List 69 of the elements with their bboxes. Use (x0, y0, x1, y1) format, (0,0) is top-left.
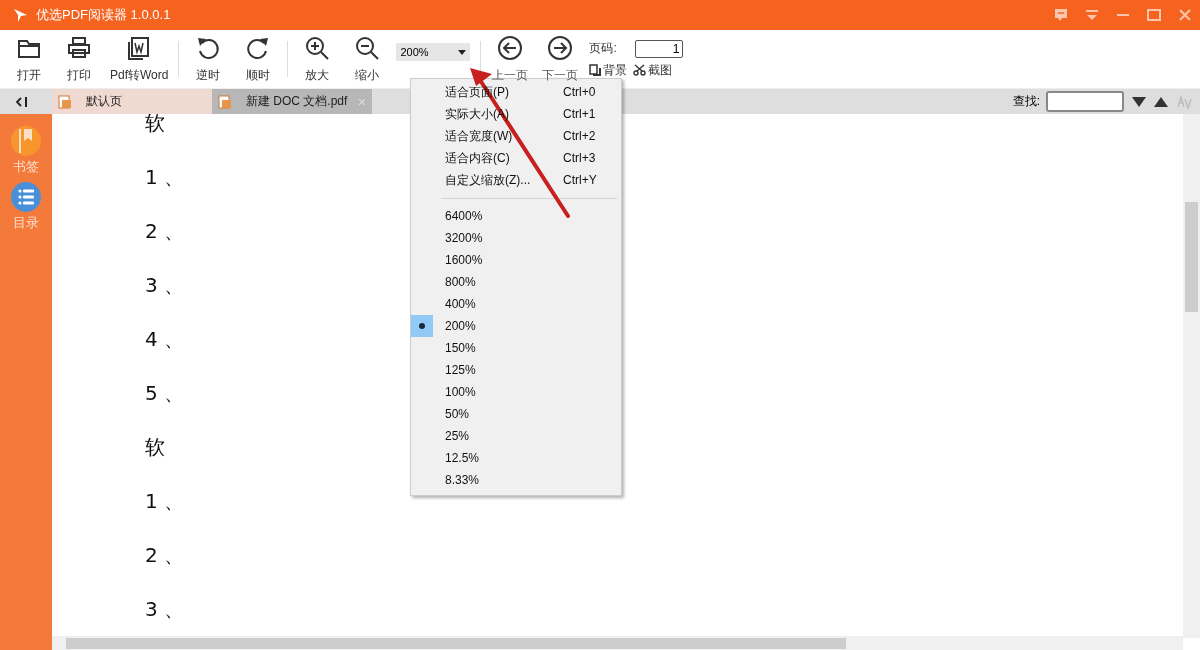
tab-label: 新建 DOC 文档.pdf (246, 93, 348, 110)
toolbar-button[interactable]: 上一页 (485, 34, 536, 84)
down-triangle-icon[interactable] (1132, 96, 1146, 107)
menu-item[interactable]: 适合内容(C) Ctrl+3 (411, 147, 621, 169)
page-label: 页码: (589, 40, 618, 57)
feedback-icon[interactable] (1052, 7, 1069, 23)
vertical-scrollbar[interactable] (1183, 114, 1200, 638)
menu-item[interactable]: 适合宽度(W) Ctrl+2 (411, 125, 621, 147)
document-text: 3 、 (145, 596, 185, 623)
document-text: 4 、 (145, 326, 185, 353)
menu-item[interactable]: 400% (411, 293, 621, 315)
menu-item[interactable]: 150% (411, 337, 621, 359)
tab[interactable]: 新建 DOC 文档.pdf (212, 89, 372, 114)
pdf-file-icon (218, 94, 232, 109)
document-text: 3 、 (145, 272, 185, 299)
zoom-dropdown[interactable]: 200% (396, 43, 471, 61)
toolbar-button[interactable]: 顺时 (233, 34, 284, 84)
menu-item[interactable]: 1600% (411, 249, 621, 271)
document-text: 1 、 (145, 164, 185, 191)
document-text: 软 (145, 114, 165, 137)
list-icon (11, 182, 41, 212)
bookmark-icon (11, 126, 41, 156)
font-size-icon (1176, 94, 1192, 109)
background-button[interactable]: 背景 (589, 61, 628, 79)
document-text: 5 、 (145, 380, 185, 407)
menu-item[interactable]: 6400% (411, 205, 621, 227)
page-icon (589, 64, 602, 76)
close-icon[interactable] (1176, 7, 1193, 23)
collapse-icon (16, 96, 28, 107)
toolbar-button[interactable]: Pdf转Word (104, 34, 175, 84)
dropdown-menu-icon[interactable] (1083, 7, 1100, 23)
tab[interactable]: 默认页 (52, 89, 212, 114)
pdf-file-icon (58, 94, 72, 109)
printer-icon (66, 34, 92, 61)
menu-item[interactable]: 25% (411, 425, 621, 447)
document-text: 2 、 (145, 542, 185, 569)
caret-icon (458, 49, 467, 55)
page-number-field[interactable]: 1 (635, 39, 684, 58)
menu-item[interactable]: 100% (411, 381, 621, 403)
tab-label: 默认页 (86, 93, 122, 110)
toolbar-button[interactable]: 放大 (292, 34, 343, 84)
document-text: 1 、 (145, 488, 185, 515)
search-label: 查找: (1012, 93, 1040, 110)
menu-item[interactable]: 800% (411, 271, 621, 293)
document-text: 软 (145, 434, 165, 461)
toolbar-button[interactable]: 缩小 (342, 34, 393, 84)
logo-icon (12, 7, 28, 23)
zoom-out-icon (354, 34, 381, 61)
search-field[interactable] (1046, 91, 1124, 112)
close-icon (358, 97, 366, 106)
menu-item[interactable]: 50% (411, 403, 621, 425)
window-title: 优选PDF阅读器 1.0.0.1 (36, 6, 171, 24)
menu-item[interactable]: 125% (411, 359, 621, 381)
maximize-icon[interactable] (1145, 7, 1162, 23)
scissors-icon (633, 64, 647, 76)
document-text: 2 、 (145, 218, 185, 245)
toolbar-button[interactable]: 打开 (4, 34, 54, 84)
toolbar-button[interactable]: 打印 (54, 34, 104, 84)
menu-item[interactable]: 200% (411, 315, 621, 337)
menu-item[interactable]: 8.33% (411, 469, 621, 491)
horizontal-scrollbar[interactable] (52, 636, 1183, 650)
toolbar-button[interactable]: 下一页 (535, 34, 586, 84)
menu-item[interactable]: 3200% (411, 227, 621, 249)
menu-item[interactable]: 自定义缩放(Z)... Ctrl+Y (411, 169, 621, 191)
zoom-in-icon (304, 34, 331, 61)
screenshot-button[interactable]: 截图 (633, 61, 673, 79)
menu-item[interactable]: 12.5% (411, 447, 621, 469)
up-triangle-icon[interactable] (1154, 96, 1168, 107)
toolbar-button[interactable]: 逆时 (183, 34, 234, 84)
